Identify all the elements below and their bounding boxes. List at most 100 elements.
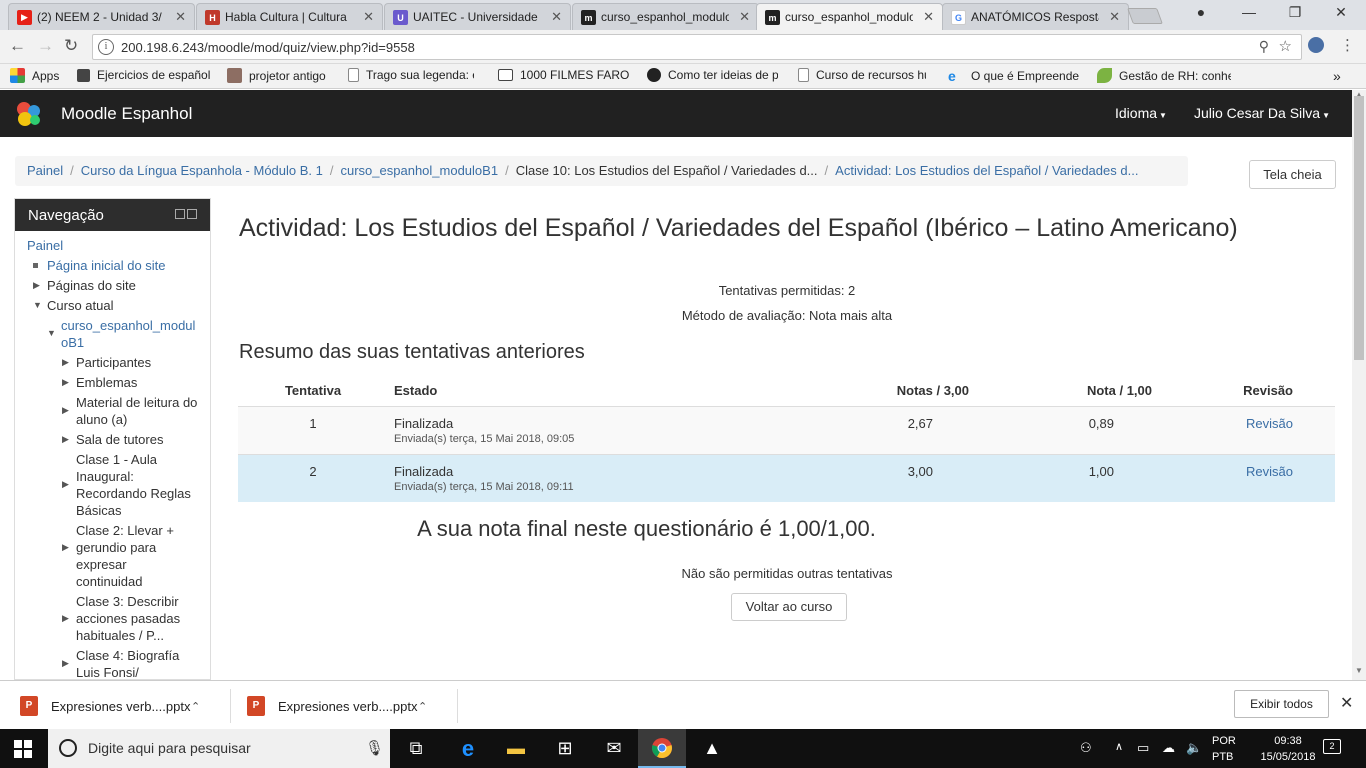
microphone-icon[interactable]: 🎙 [365,739,384,757]
bookmark-item[interactable]: 1000 FILMES FAROES [498,68,630,82]
collapse-arrow-icon[interactable]: ▼ [47,325,56,342]
chrome-icon[interactable] [638,729,686,768]
browser-tab-active[interactable]: m curso_espanhol_modulo ✕ [756,3,943,30]
browser-tab[interactable]: m curso_espanhol_modulo ✕ [572,3,759,30]
back-to-course-button[interactable]: Voltar ao curso [731,593,847,621]
extension-icon[interactable] [1308,37,1324,53]
bookmark-item[interactable]: Curso de recursos hu [798,68,926,82]
browser-tab[interactable]: H Habla Cultura | Cultura ✕ [196,3,383,30]
browser-tab[interactable]: G ANATÓMICOS Resposta ✕ [942,3,1129,30]
bookmark-item[interactable]: Trago sua legenda: e [348,68,474,82]
nav-item-site-home[interactable]: Página inicial do site [27,257,210,274]
zoom-icon[interactable]: ⚲ [1259,38,1269,55]
search-placeholder[interactable]: Digite aqui para pesquisar [88,740,251,756]
scrollbar-thumb[interactable] [1354,96,1364,360]
profile-icon[interactable]: ● [1178,4,1224,20]
dock-block-icon[interactable] [187,209,197,219]
breadcrumb-item[interactable]: curso_espanhol_moduloB1 [341,163,499,178]
browser-tab[interactable]: ▶ (2) NEEM 2 - Unidad 3/ ✕ [8,3,195,30]
fullscreen-button[interactable]: Tela cheia [1249,160,1336,189]
url-text[interactable]: 200.198.6.243/moodle/mod/quiz/view.php?i… [121,40,415,55]
close-tab-icon[interactable]: ✕ [175,9,186,25]
expand-arrow-icon[interactable]: ▶ [62,539,69,556]
collapse-block-icon[interactable] [175,209,185,219]
nav-item-course[interactable]: ▼ curso_espanhol_moduloB1 [41,317,201,351]
nav-item-badges[interactable]: ▶ Emblemas [56,374,210,391]
mail-icon[interactable]: ✉ [590,729,638,768]
page-scrollbar[interactable]: ▲ ▼ [1352,90,1366,680]
system-clock[interactable]: 09:38 15/05/2018 [1260,733,1316,765]
download-filename[interactable]: Expresiones verb....pptx [278,699,418,714]
expand-arrow-icon[interactable]: ▶ [33,277,40,294]
review-link[interactable]: Revisão [1246,416,1293,431]
forward-arrow-icon[interactable]: → [37,36,54,56]
nav-item-reading-material[interactable]: ▶ Material de leitura do aluno (a) [56,394,206,428]
bookmarks-overflow-icon[interactable]: » [1333,68,1341,84]
nav-item-clase-2[interactable]: ▶ Clase 2: Llevar + gerundio para expresa… [56,522,196,590]
nav-item-tutors-room[interactable]: ▶ Sala de tutores [56,431,210,448]
close-tab-icon[interactable]: ✕ [551,9,562,25]
close-tab-icon[interactable]: ✕ [363,9,374,25]
bookmark-item[interactable]: Ejercicios de español [77,68,215,82]
breadcrumb-item[interactable]: Painel [27,163,63,178]
battery-icon[interactable]: ▭ [1137,740,1149,756]
close-window-icon[interactable]: ✕ [1318,4,1364,21]
breadcrumb-item[interactable]: Curso da Língua Espanhola - Módulo B. 1 [81,163,323,178]
bookmark-star-icon[interactable]: ☆ [1279,37,1292,55]
tray-expand-icon[interactable]: ∧ [1115,740,1123,753]
chrome-menu-icon[interactable]: ⋮ [1340,36,1355,54]
people-icon[interactable]: ⚇ [1080,740,1092,756]
close-icon[interactable]: ✕ [1340,693,1353,713]
site-info-icon[interactable]: i [98,39,114,55]
nav-item-current-course[interactable]: ▼ Curso atual [27,297,210,314]
maximize-icon[interactable]: ❐ [1272,4,1318,21]
bookmark-item[interactable]: projetor antigo [227,68,339,83]
bookmark-item[interactable]: Gestão de RH: conhe [1097,68,1231,83]
nav-item-participants[interactable]: ▶ Participantes [56,354,210,371]
chevron-up-icon[interactable]: ⌃ [191,700,200,713]
reload-icon[interactable]: ↻ [64,36,78,56]
breadcrumb-item[interactable]: Actividad: Los Estudios del Español / Va… [835,163,1138,178]
expand-arrow-icon[interactable]: ▶ [62,402,69,419]
bookmark-item[interactable]: Como ter ideias de p [647,68,778,82]
close-tab-icon[interactable]: ✕ [739,9,750,25]
scroll-down-icon[interactable]: ▼ [1355,666,1363,675]
edge-icon[interactable]: e [444,729,492,768]
expand-arrow-icon[interactable]: ▶ [62,374,69,391]
nav-item-clase-1[interactable]: ▶ Clase 1 - Aula Inaugural: Recordando Re… [56,451,206,519]
photos-icon[interactable]: ▲ [688,729,736,768]
browser-tab[interactable]: U UAITEC - Universidade ✕ [384,3,571,30]
minimize-icon[interactable]: — [1226,4,1272,20]
expand-arrow-icon[interactable]: ▶ [62,431,69,448]
collapse-arrow-icon[interactable]: ▼ [33,297,42,314]
expand-arrow-icon[interactable]: ▶ [62,476,69,493]
nav-item-clase-4[interactable]: ▶ Clase 4: Biografía Luis Fonsi/ [56,647,196,679]
windows-start-icon[interactable] [14,740,32,758]
site-brand[interactable]: Moodle Espanhol [61,104,192,124]
chevron-up-icon[interactable]: ⌃ [418,700,427,713]
url-bar[interactable]: i 200.198.6.243/moodle/mod/quiz/view.php… [92,34,1302,60]
back-arrow-icon[interactable]: ← [9,36,26,56]
show-all-downloads-button[interactable]: Exibir todos [1234,690,1329,718]
expand-arrow-icon[interactable]: ▶ [62,354,69,371]
review-link[interactable]: Revisão [1246,464,1293,479]
action-center-icon[interactable]: 2 [1323,739,1341,754]
input-language-indicator[interactable]: POR PTB [1212,733,1236,765]
nav-item-site-pages[interactable]: ▶ Páginas do site [27,277,210,294]
nav-item-clase-3[interactable]: ▶ Clase 3: Describir acciones pasadas hab… [56,593,206,644]
download-item[interactable]: P Expresiones verb....pptx ⌃ [20,689,200,723]
bookmark-apps[interactable]: Apps [10,68,59,83]
task-view-icon[interactable]: ⧉ [392,729,440,768]
taskbar-search-box[interactable]: Digite aqui para pesquisar 🎙 [48,729,390,768]
download-item[interactable]: P Expresiones verb....pptx ⌃ [247,689,427,723]
expand-arrow-icon[interactable]: ▶ [62,655,69,672]
nav-item-painel[interactable]: Painel [27,237,210,254]
language-menu[interactable]: Idioma ▼ [1115,105,1167,121]
user-menu[interactable]: Julio Cesar Da Silva ▼ [1194,105,1330,121]
close-tab-icon[interactable]: ✕ [1109,9,1120,25]
file-explorer-icon[interactable]: ▬ [492,729,540,768]
new-tab-button[interactable] [1127,8,1163,24]
download-filename[interactable]: Expresiones verb....pptx [51,699,191,714]
bookmark-item[interactable]: e O que é Empreende [948,68,1079,84]
volume-icon[interactable]: 🔈 [1186,740,1202,756]
